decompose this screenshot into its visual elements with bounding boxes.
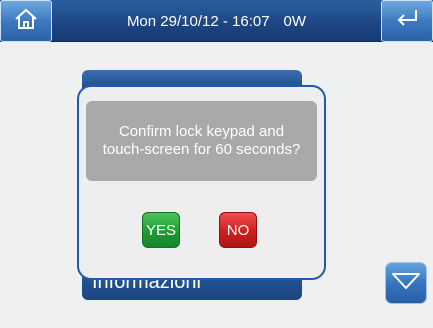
datetime-label: Mon 29/10/12 - 16:07: [126, 12, 270, 30]
message-line-1: Confirm lock keypad and: [118, 123, 285, 140]
no-button[interactable]: NO: [219, 212, 257, 248]
confirm-lock-dialog: Confirm lock keypad and touch-screen for…: [77, 85, 326, 280]
dialog-message: Confirm lock keypad and touch-screen for…: [86, 101, 317, 181]
top-bar: Mon 29/10/12 - 16:07 0W: [0, 0, 433, 42]
back-button[interactable]: [381, 0, 433, 42]
return-arrow-icon: [392, 7, 422, 36]
scroll-down-button[interactable]: [385, 262, 427, 304]
dialog-message-text: Confirm lock keypad and touch-screen for…: [103, 123, 301, 159]
status-header: Mon 29/10/12 - 16:07 0W: [0, 0, 433, 42]
message-line-2: touch-screen for 60 seconds?: [102, 141, 301, 158]
yes-button[interactable]: YES: [142, 212, 180, 248]
chevron-down-icon: [391, 271, 421, 296]
power-reading: 0W: [283, 12, 307, 30]
